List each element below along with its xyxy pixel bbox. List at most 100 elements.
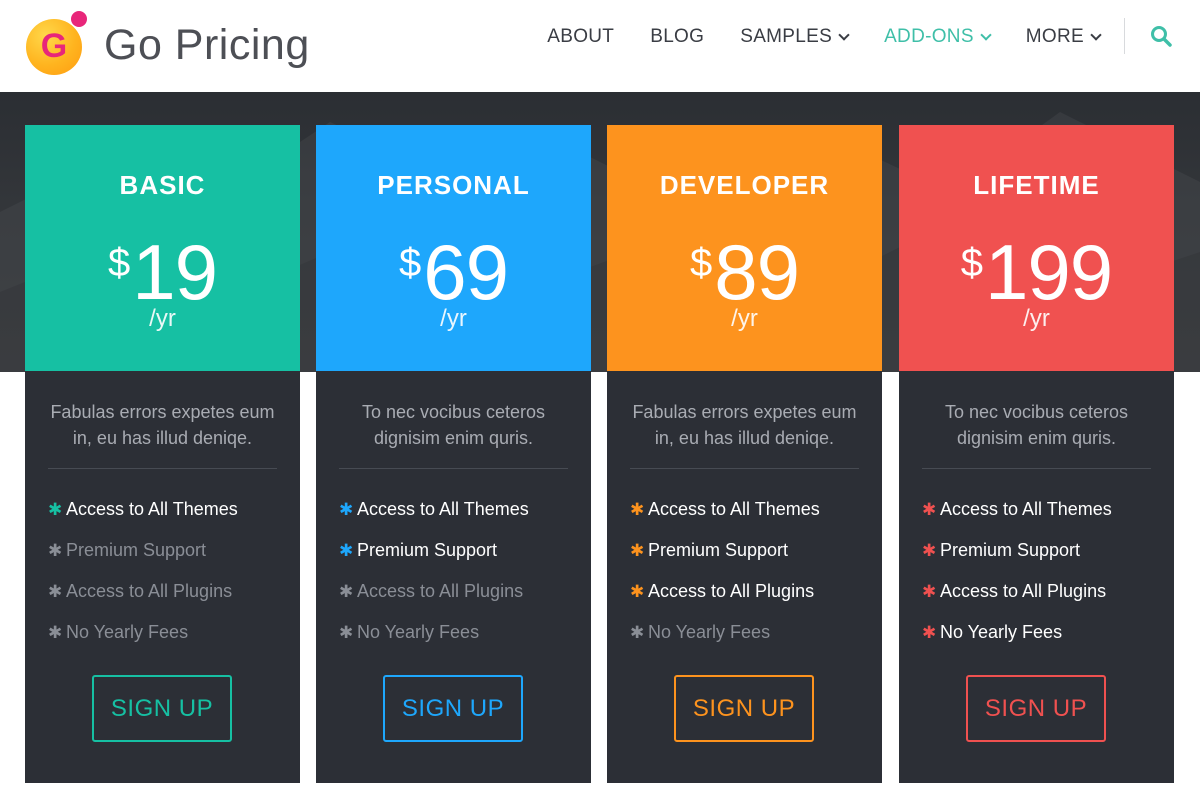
feature-list: ✱ Access to All Themes ✱ Premium Support ✱… [339, 489, 529, 653]
site-header: G Go Pricing ABOUT BLOG SAMPLES ADD-ONS … [0, 0, 1200, 92]
chevron-down-icon [838, 28, 850, 41]
feature-item: ✱ Access to All Plugins [922, 571, 1112, 612]
logo-text: Go Pricing [104, 20, 310, 69]
sign-up-button[interactable]: SIGN UP [92, 675, 232, 742]
feature-label: Access to All Themes [357, 499, 529, 519]
asterisk-icon: ✱ [630, 499, 645, 519]
feature-label: Access to All Themes [940, 499, 1112, 519]
nav-item-add-ons[interactable]: ADD-ONS [884, 26, 992, 48]
divider [630, 468, 859, 469]
nav-divider [1124, 18, 1125, 54]
logo-letter: G [40, 26, 68, 65]
currency-symbol: $ [960, 241, 984, 285]
feature-item: ✱ Premium Support [922, 530, 1112, 571]
asterisk-icon: ✱ [630, 540, 645, 560]
divider [48, 468, 277, 469]
plan-name: BASIC [119, 170, 206, 200]
feature-list: ✱ Access to All Themes ✱ Premium Support ✱… [48, 489, 238, 653]
feature-list: ✱ Access to All Themes ✱ Premium Support ✱… [630, 489, 820, 653]
feature-label: No Yearly Fees [66, 622, 189, 642]
feature-item: ✱ Access to All Plugins [630, 571, 820, 612]
feature-item: ✱ Access to All Themes [48, 489, 238, 530]
logo-dot [71, 11, 87, 27]
nav-label: MORE [1025, 26, 1084, 47]
asterisk-icon: ✱ [48, 622, 63, 642]
divider [922, 468, 1151, 469]
price-period: /yr [1023, 305, 1050, 332]
asterisk-icon: ✱ [922, 581, 937, 601]
nav-item-samples[interactable]: SAMPLES [740, 26, 850, 48]
feature-item: ✱ Premium Support [48, 530, 238, 571]
feature-label: Access to All Plugins [648, 581, 815, 601]
feature-item: ✱ No Yearly Fees [48, 612, 238, 653]
plan-price: $ 19 [25, 227, 300, 317]
feature-item: ✱ Access to All Themes [339, 489, 529, 530]
currency-symbol: $ [107, 241, 131, 285]
nav-label: ABOUT [547, 26, 615, 47]
pricing-card-developer: DEVELOPER $ 89 /yr Fabulas errors expete… [607, 125, 882, 783]
asterisk-icon: ✱ [48, 499, 63, 519]
divider [339, 468, 568, 469]
feature-label: Premium Support [357, 540, 498, 560]
nav-item-about[interactable]: ABOUT [547, 26, 614, 48]
asterisk-icon: ✱ [48, 540, 63, 560]
feature-label: Access to All Plugins [66, 581, 233, 601]
logo-circle: G [26, 19, 82, 75]
feature-item: ✱ Premium Support [630, 530, 820, 571]
price-amount: 89 [714, 228, 800, 316]
sign-up-button[interactable]: SIGN UP [674, 675, 814, 742]
feature-label: Access to All Plugins [940, 581, 1107, 601]
asterisk-icon: ✱ [922, 540, 937, 560]
plan-description: To nec vocibus ceteros dignisim enim qur… [944, 402, 1129, 448]
feature-item: ✱ Access to All Themes [922, 489, 1112, 530]
feature-label: No Yearly Fees [357, 622, 480, 642]
nav-label: BLOG [650, 26, 705, 47]
sign-up-button[interactable]: SIGN UP [966, 675, 1106, 742]
nav-item-blog[interactable]: BLOG [650, 26, 704, 48]
price-amount: 199 [985, 228, 1113, 316]
asterisk-icon: ✱ [922, 499, 937, 519]
plan-description: Fabulas errors expetes eum in, eu has il… [632, 402, 857, 448]
asterisk-icon: ✱ [630, 622, 645, 642]
feature-list: ✱ Access to All Themes ✱ Premium Support ✱… [922, 489, 1112, 653]
plan-price: $ 89 [607, 227, 882, 317]
asterisk-icon: ✱ [339, 499, 354, 519]
feature-item: ✱ Access to All Plugins [48, 571, 238, 612]
card-header: LIFETIME $ 199 /yr [899, 125, 1174, 371]
asterisk-icon: ✱ [48, 581, 63, 601]
plan-description: To nec vocibus ceteros dignisim enim qur… [361, 402, 546, 448]
pricing-card-lifetime: LIFETIME $ 199 /yr To nec vocibus cetero… [899, 125, 1174, 783]
nav-item-more[interactable]: MORE [1025, 26, 1102, 48]
feature-item: ✱ Access to All Plugins [339, 571, 529, 612]
asterisk-icon: ✱ [339, 581, 354, 601]
search-icon[interactable] [1150, 25, 1172, 47]
feature-label: Premium Support [66, 540, 207, 560]
feature-item: ✱ No Yearly Fees [630, 612, 820, 653]
feature-item: ✱ Access to All Themes [630, 489, 820, 530]
card-header: DEVELOPER $ 89 /yr [607, 125, 882, 371]
sign-up-button[interactable]: SIGN UP [383, 675, 523, 742]
price-period: /yr [731, 305, 758, 332]
chevron-down-icon [980, 28, 992, 41]
currency-symbol: $ [398, 241, 422, 285]
plan-price: $ 199 [899, 227, 1174, 317]
plan-description: Fabulas errors expetes eum in, eu has il… [50, 402, 275, 448]
asterisk-icon: ✱ [922, 622, 937, 642]
feature-label: Access to All Plugins [357, 581, 524, 601]
feature-item: ✱ Premium Support [339, 530, 529, 571]
plan-name: DEVELOPER [659, 170, 830, 200]
feature-item: ✱ No Yearly Fees [339, 612, 529, 653]
price-amount: 19 [132, 228, 218, 316]
plan-price: $ 69 [316, 227, 591, 317]
feature-item: ✱ No Yearly Fees [922, 612, 1112, 653]
card-body: To nec vocibus ceteros dignisim enim qur… [316, 371, 591, 783]
nav-label: ADD-ONS [884, 26, 974, 47]
logo[interactable]: G Go Pricing [26, 8, 310, 75]
pricing-card-personal: PERSONAL $ 69 /yr To nec vocibus ceteros… [316, 125, 591, 783]
logo-badge-icon: G [26, 11, 87, 75]
feature-label: Access to All Themes [66, 499, 238, 519]
asterisk-icon: ✱ [339, 540, 354, 560]
plan-name: PERSONAL [377, 170, 530, 200]
price-period: /yr [149, 305, 176, 332]
feature-label: Premium Support [648, 540, 789, 560]
